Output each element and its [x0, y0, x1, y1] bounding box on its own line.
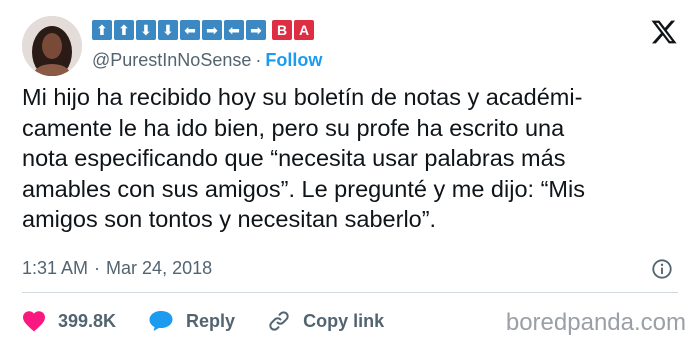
like-count: 399.8K — [58, 310, 117, 331]
right-arrow-key-icon: ➡ — [246, 20, 266, 40]
reply-button[interactable]: Reply — [148, 310, 235, 332]
x-logo-icon[interactable] — [650, 18, 678, 46]
copy-link-button[interactable]: Copy link — [267, 309, 384, 333]
left-arrow-key-icon: ⬅ — [180, 20, 200, 40]
user-handle[interactable]: @PurestInNoSense — [92, 50, 251, 70]
info-icon[interactable] — [651, 258, 673, 280]
avatar[interactable] — [22, 16, 82, 76]
watermark: boredpanda.com — [505, 309, 686, 336]
a-button-key-icon: A — [294, 20, 314, 40]
tweet-text-line: camente le ha ido bien, pero su profe ha… — [22, 114, 565, 141]
link-icon — [269, 311, 289, 331]
handle-row: @PurestInNoSense · Follow — [92, 50, 322, 71]
down-arrow-key-icon: ⬇ — [158, 20, 178, 40]
copy-link-label: Copy link — [303, 310, 385, 331]
b-button-key-icon: B — [272, 20, 292, 40]
tweet-text-line: nota especificando que “necesita usar pa… — [22, 145, 566, 171]
speech-bubble-icon — [149, 311, 173, 331]
display-name[interactable]: ⬆ ⬆ ⬇ ⬇ ⬅ ➡ ⬅ ➡ B A — [92, 20, 314, 40]
separator-dot: · — [94, 258, 101, 278]
tweet-text-line: amigos son tontos y necesitan saberlo”. — [22, 206, 437, 232]
tweet-text-line: amables con sus amigos”. Le pregunté y m… — [22, 175, 585, 202]
action-bar: 399.8K Reply Copy link — [22, 309, 416, 333]
tweet-text: Mi hijo ha recibido hoy su boletín de no… — [22, 82, 682, 235]
tweet-text-line: Mi hijo ha recibido hoy su boletín de no… — [22, 84, 583, 110]
reply-label: Reply — [186, 310, 236, 331]
tweet-date: Mar 24, 2018 — [106, 258, 213, 278]
up-arrow-key-icon: ⬆ — [114, 20, 134, 40]
like-button[interactable]: 399.8K — [22, 310, 116, 332]
heart-icon — [23, 311, 45, 332]
follow-button[interactable]: Follow — [265, 50, 322, 70]
divider — [22, 292, 678, 293]
up-arrow-key-icon: ⬆ — [92, 20, 112, 40]
tweet-timestamp[interactable]: 1:31 AM · Mar 24, 2018 — [22, 258, 212, 279]
down-arrow-key-icon: ⬇ — [136, 20, 156, 40]
right-arrow-key-icon: ➡ — [202, 20, 222, 40]
tweet-time: 1:31 AM — [22, 258, 89, 278]
separator-dot: · — [255, 50, 262, 70]
left-arrow-key-icon: ⬅ — [224, 20, 244, 40]
